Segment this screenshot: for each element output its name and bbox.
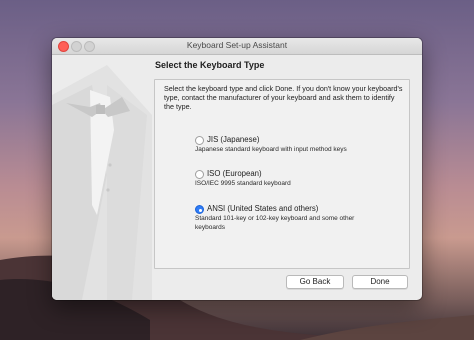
done-button[interactable]: Done — [352, 275, 408, 289]
page-heading: Select the Keyboard Type — [155, 60, 265, 70]
ansi-label: ANSI (United States and others) — [207, 204, 319, 213]
window-title: Keyboard Set-up Assistant — [186, 40, 288, 50]
title-bar[interactable]: Keyboard Set-up Assistant — [52, 38, 422, 55]
keyboard-type-panel: Select the keyboard type and click Done.… — [154, 79, 410, 269]
tuxedo-illustration — [52, 65, 152, 300]
assistant-window: Keyboard Set-up Assistant Select the Key… — [52, 38, 422, 300]
go-back-button[interactable]: Go Back — [286, 275, 344, 289]
instructions-text: Select the keyboard type and click Done.… — [164, 84, 403, 112]
iso-description: ISO/IEC 9995 standard keyboard — [195, 180, 291, 187]
ansi-radio[interactable] — [195, 205, 204, 214]
iso-label: ISO (European) — [207, 169, 262, 178]
jis-label: JIS (Japanese) — [207, 135, 260, 144]
jis-description: Japanese standard keyboard with input me… — [195, 146, 347, 153]
iso-radio[interactable] — [195, 170, 204, 179]
jis-radio[interactable] — [195, 136, 204, 145]
ansi-description: Standard 101-key or 102-key keyboard and… — [195, 215, 355, 231]
